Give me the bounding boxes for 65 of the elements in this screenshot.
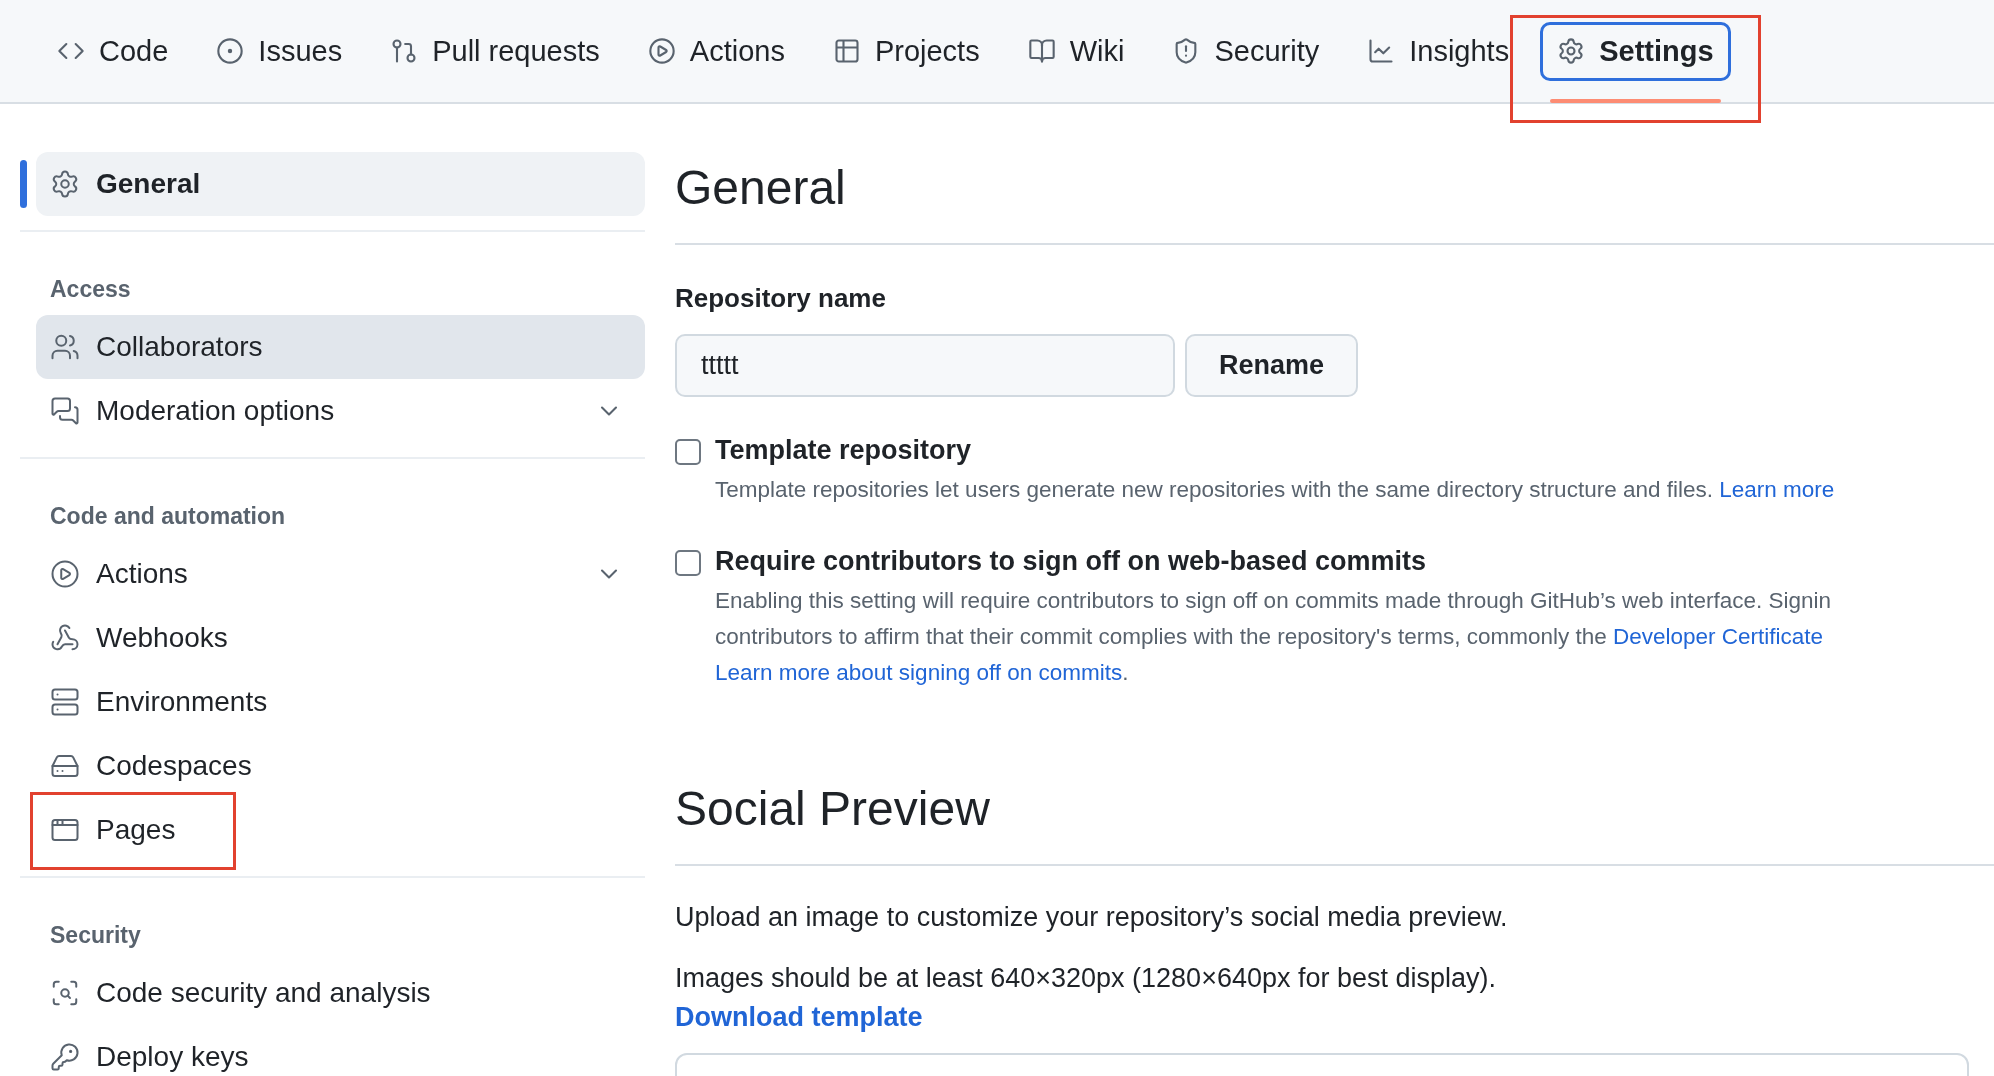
sidebar-item[interactable]: Actions xyxy=(36,542,645,606)
speech-bubbles-icon xyxy=(50,396,80,426)
option-description: Enabling this setting will require contributors to sign off on commits made through GitHub’s web interface. Signin xyxy=(715,588,1831,613)
checkbox[interactable] xyxy=(675,439,701,465)
sidebar-item-label: General xyxy=(96,168,202,200)
option-label: Template repository xyxy=(715,435,973,466)
sidebar-item[interactable]: Webhooks xyxy=(36,606,645,670)
sidebar-item-label: Code security and analysis xyxy=(96,977,432,1009)
section-title: Social Preview xyxy=(675,781,1994,866)
sidebar-item-label: Collaborators xyxy=(96,331,264,363)
settings-icon xyxy=(50,169,80,199)
description-text: Images should be at least 640×320px (1280×640px for best display). xyxy=(675,963,1498,994)
webhook-icon xyxy=(50,623,80,653)
nav-tab[interactable]: Wiki xyxy=(1010,21,1142,81)
play-circle-icon xyxy=(50,559,80,589)
sidebar-item-label: Moderation options xyxy=(96,395,336,427)
sidebar-item[interactable]: Pages xyxy=(36,798,645,862)
rename-button[interactable]: Rename xyxy=(1185,334,1359,397)
nav-tab[interactable]: Issues xyxy=(199,21,360,81)
page-heading: General xyxy=(675,160,1994,245)
sidebar-item-label: Webhooks xyxy=(96,622,229,654)
sidebar-item[interactable]: Collaborators xyxy=(36,315,645,379)
nav-tab[interactable]: Projects xyxy=(815,21,997,81)
section-heading: Code and automation xyxy=(49,502,287,531)
option-description: contributors to affirm that their commit complies with the repository's terms, commonly the xyxy=(715,624,1608,649)
sidebar-item-label: Environments xyxy=(96,686,269,718)
sidebar-item-label: Actions xyxy=(96,558,189,590)
people-icon xyxy=(50,332,80,362)
download-template-link[interactable]: Download template xyxy=(675,1002,923,1033)
play-circle-icon xyxy=(647,37,676,65)
circle-dot-icon xyxy=(216,37,245,65)
nav-tab[interactable]: Settings xyxy=(1540,21,1731,81)
checkbox[interactable] xyxy=(675,550,701,576)
nav-tab[interactable]: Code xyxy=(40,21,186,81)
sidebar-item[interactable]: Deploy keys xyxy=(36,1025,645,1076)
book-icon xyxy=(1027,37,1056,65)
sidebar-item[interactable]: General xyxy=(36,152,645,216)
description-text: Upload an image to customize your repository’s social media preview. xyxy=(675,902,1509,933)
sidebar-item-label: Pages xyxy=(96,814,177,846)
line-chart-icon xyxy=(1367,37,1396,65)
section-heading: Access xyxy=(49,275,132,304)
nav-tab[interactable]: Insights xyxy=(1350,21,1527,81)
sidebar-item[interactable]: Moderation options xyxy=(36,379,645,443)
nav-tab[interactable]: Actions xyxy=(630,21,802,81)
option-description: . xyxy=(1122,660,1129,685)
code-scan-icon xyxy=(50,978,80,1008)
help-link[interactable]: Developer Certificate xyxy=(1612,624,1824,649)
nav-tab[interactable]: Security xyxy=(1155,21,1337,81)
option-description: Template repositories let users generate new repositories with the same directory structure and files. xyxy=(715,477,1714,502)
nav-tab[interactable]: Pull requests xyxy=(373,21,617,81)
server-icon xyxy=(50,687,80,717)
sidebar-item-label: Deploy keys xyxy=(96,1041,250,1073)
section-heading: Security xyxy=(49,921,142,950)
help-link[interactable]: Learn more xyxy=(1719,477,1835,502)
field-label: Repository name xyxy=(675,283,887,314)
key-icon xyxy=(50,1042,80,1072)
sidebar-item[interactable]: Environments xyxy=(36,670,645,734)
sidebar-item[interactable]: Codespaces xyxy=(36,734,645,798)
repository-name-input[interactable]: ttttt xyxy=(675,334,1175,397)
option-label: Require contributors to sign off on web-based commits xyxy=(715,546,1428,577)
sidebar-item-label: Codespaces xyxy=(96,750,253,782)
settings-icon xyxy=(1557,37,1586,65)
table-icon xyxy=(832,37,861,65)
help-link[interactable]: Learn more about signing off on commits xyxy=(715,660,1123,685)
sidebar-item[interactable]: Code security and analysis xyxy=(36,961,645,1025)
